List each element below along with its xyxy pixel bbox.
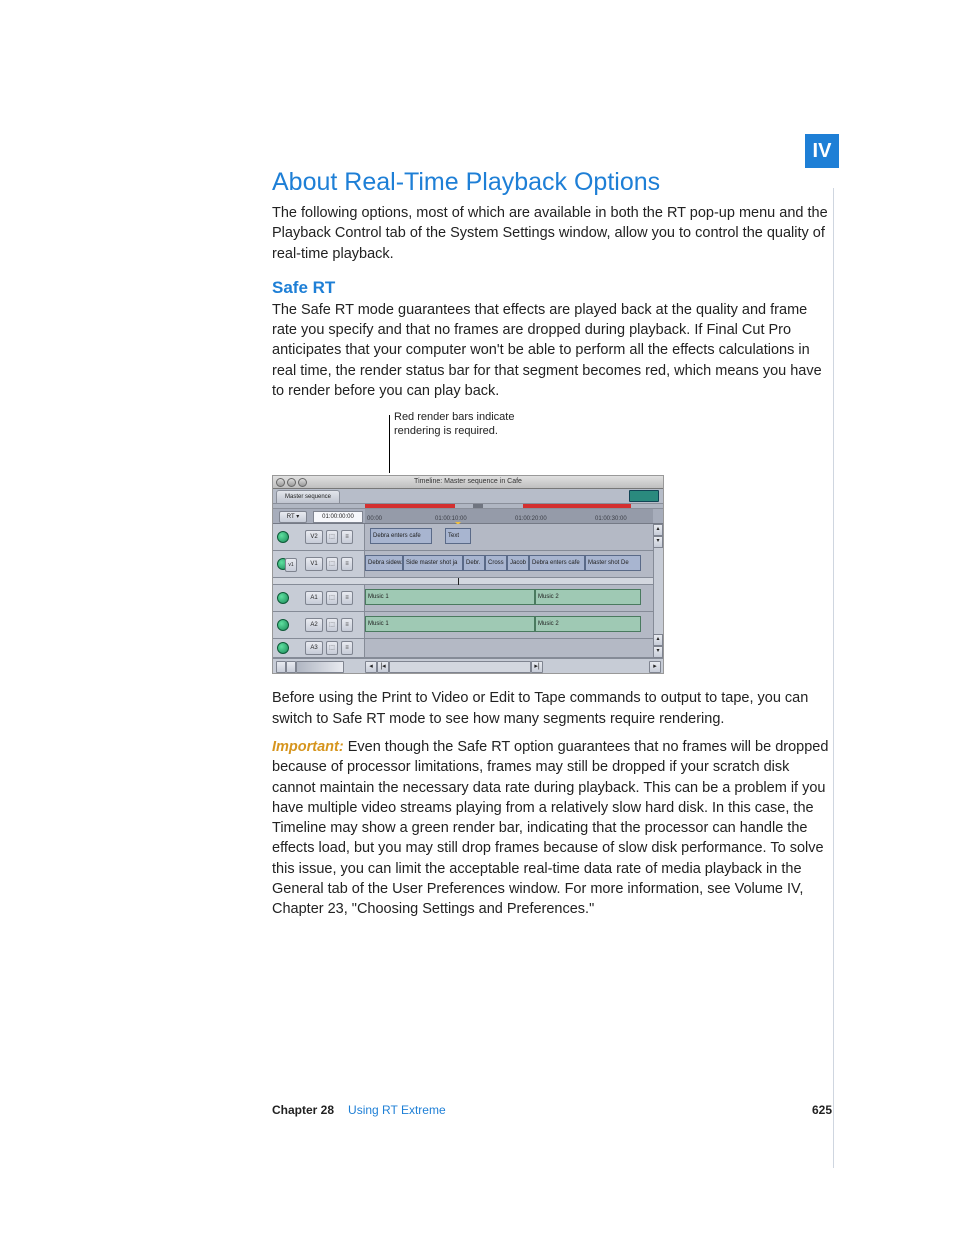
- window-titlebar: Timeline: Master sequence in Cafe: [273, 476, 663, 489]
- video-clip[interactable]: Side master shot ja: [403, 555, 463, 571]
- auto-select-toggle[interactable]: ≡: [341, 641, 353, 655]
- track-label[interactable]: V1: [305, 557, 323, 571]
- chapter-title: Using RT Extreme: [348, 1103, 446, 1117]
- intro-paragraph: The following options, most of which are…: [272, 203, 832, 264]
- lock-icon[interactable]: ⬚: [326, 618, 338, 632]
- chapter-number: Chapter 28: [272, 1103, 334, 1117]
- destination-control[interactable]: v1: [285, 558, 297, 572]
- scroll-down-button[interactable]: ▾: [653, 536, 663, 548]
- track-a3: A3 ⬚ ≡: [273, 639, 663, 658]
- safe-rt-paragraph: The Safe RT mode guarantees that effects…: [272, 300, 832, 401]
- page-heading: About Real-Time Playback Options: [272, 168, 832, 197]
- track-v1: v1 V1 ⬚ ≡ Debra sidew. Side master shot …: [273, 551, 663, 578]
- scroll-left-end-button[interactable]: |◂: [377, 661, 389, 673]
- figure-callout: Red render bars indicate rendering is re…: [394, 411, 514, 439]
- zoom-scrollbar[interactable]: [389, 661, 531, 673]
- lock-icon[interactable]: ⬚: [326, 530, 338, 544]
- scroll-down-button[interactable]: ▾: [653, 646, 663, 658]
- important-note: Important: Even though the Safe RT optio…: [272, 737, 832, 920]
- track-a2: A2 ⬚ ≡ Music 1 Music 2: [273, 612, 663, 639]
- page-number: 625: [812, 1103, 832, 1117]
- after-figure-paragraph: Before using the Print to Video or Edit …: [272, 688, 832, 729]
- scroll-up-button[interactable]: ▴: [653, 634, 663, 646]
- timeline-toolbar-badge[interactable]: [629, 490, 659, 502]
- video-clip[interactable]: Debra sidew.: [365, 555, 403, 571]
- video-clip[interactable]: Debra enters cafe: [370, 528, 432, 544]
- lock-icon[interactable]: ⬚: [326, 641, 338, 655]
- auto-select-toggle[interactable]: ≡: [341, 591, 353, 605]
- scroll-right-button[interactable]: ▸: [649, 661, 661, 673]
- track-label[interactable]: A3: [305, 641, 323, 655]
- video-clip[interactable]: Debr.: [463, 555, 485, 571]
- auto-select-toggle[interactable]: ≡: [341, 618, 353, 632]
- track-audible-toggle[interactable]: [277, 642, 289, 654]
- track-label[interactable]: V2: [305, 530, 323, 544]
- audio-controls-toggle[interactable]: [276, 661, 286, 673]
- lock-icon[interactable]: ⬚: [326, 557, 338, 571]
- video-clip[interactable]: Debra enters cafe: [529, 555, 585, 571]
- track-a1: A1 ⬚ ≡ Music 1 Music 2: [273, 585, 663, 612]
- page-footer: Chapter 28 Using RT Extreme 625: [272, 1103, 832, 1117]
- audio-clip[interactable]: Music 2: [535, 589, 641, 605]
- timeline-ruler[interactable]: 00:00 01:00:10:00 01:00:20:00 01:00:30:0…: [365, 509, 653, 523]
- section-heading: Safe RT: [272, 278, 832, 298]
- sequence-tab[interactable]: Master sequence: [276, 490, 340, 503]
- audio-clip[interactable]: Music 1: [365, 616, 535, 632]
- video-clip[interactable]: Cross: [485, 555, 507, 571]
- track-height-control[interactable]: [296, 661, 344, 673]
- callout-leader-line: [389, 415, 390, 473]
- video-clip[interactable]: Jacob: [507, 555, 529, 571]
- lock-icon[interactable]: ⬚: [326, 591, 338, 605]
- important-label: Important:: [272, 739, 344, 755]
- track-label[interactable]: A1: [305, 591, 323, 605]
- timeline-bottom-bar: ◂ |◂ ▸| ▸: [273, 658, 663, 673]
- scroll-right-end-button[interactable]: ▸|: [531, 661, 543, 673]
- audio-clip[interactable]: Music 2: [535, 616, 641, 632]
- track-audible-toggle[interactable]: [277, 592, 289, 604]
- timeline-screenshot: Timeline: Master sequence in Cafe Master…: [272, 475, 664, 674]
- track-v2: V2 ⬚ ≡ Debra enters cafe Text: [273, 524, 663, 551]
- audio-clip[interactable]: Music 1: [365, 589, 535, 605]
- part-tab: IV: [805, 134, 839, 168]
- page-margin-rule: [833, 188, 834, 1168]
- clip-keyframes-toggle[interactable]: [286, 661, 296, 673]
- track-audible-toggle[interactable]: [277, 619, 289, 631]
- current-timecode-field[interactable]: 01:00:00:00: [313, 511, 363, 523]
- window-traffic-lights[interactable]: [276, 478, 307, 487]
- auto-select-toggle[interactable]: ≡: [341, 530, 353, 544]
- track-label[interactable]: A2: [305, 618, 323, 632]
- scroll-left-button[interactable]: ◂: [365, 661, 377, 673]
- scroll-up-button[interactable]: ▴: [653, 524, 663, 536]
- video-clip[interactable]: Master shot De: [585, 555, 641, 571]
- video-clip[interactable]: Text: [445, 528, 471, 544]
- track-visibility-toggle[interactable]: [277, 531, 289, 543]
- rt-popup-menu[interactable]: RT ▾: [279, 511, 307, 523]
- auto-select-toggle[interactable]: ≡: [341, 557, 353, 571]
